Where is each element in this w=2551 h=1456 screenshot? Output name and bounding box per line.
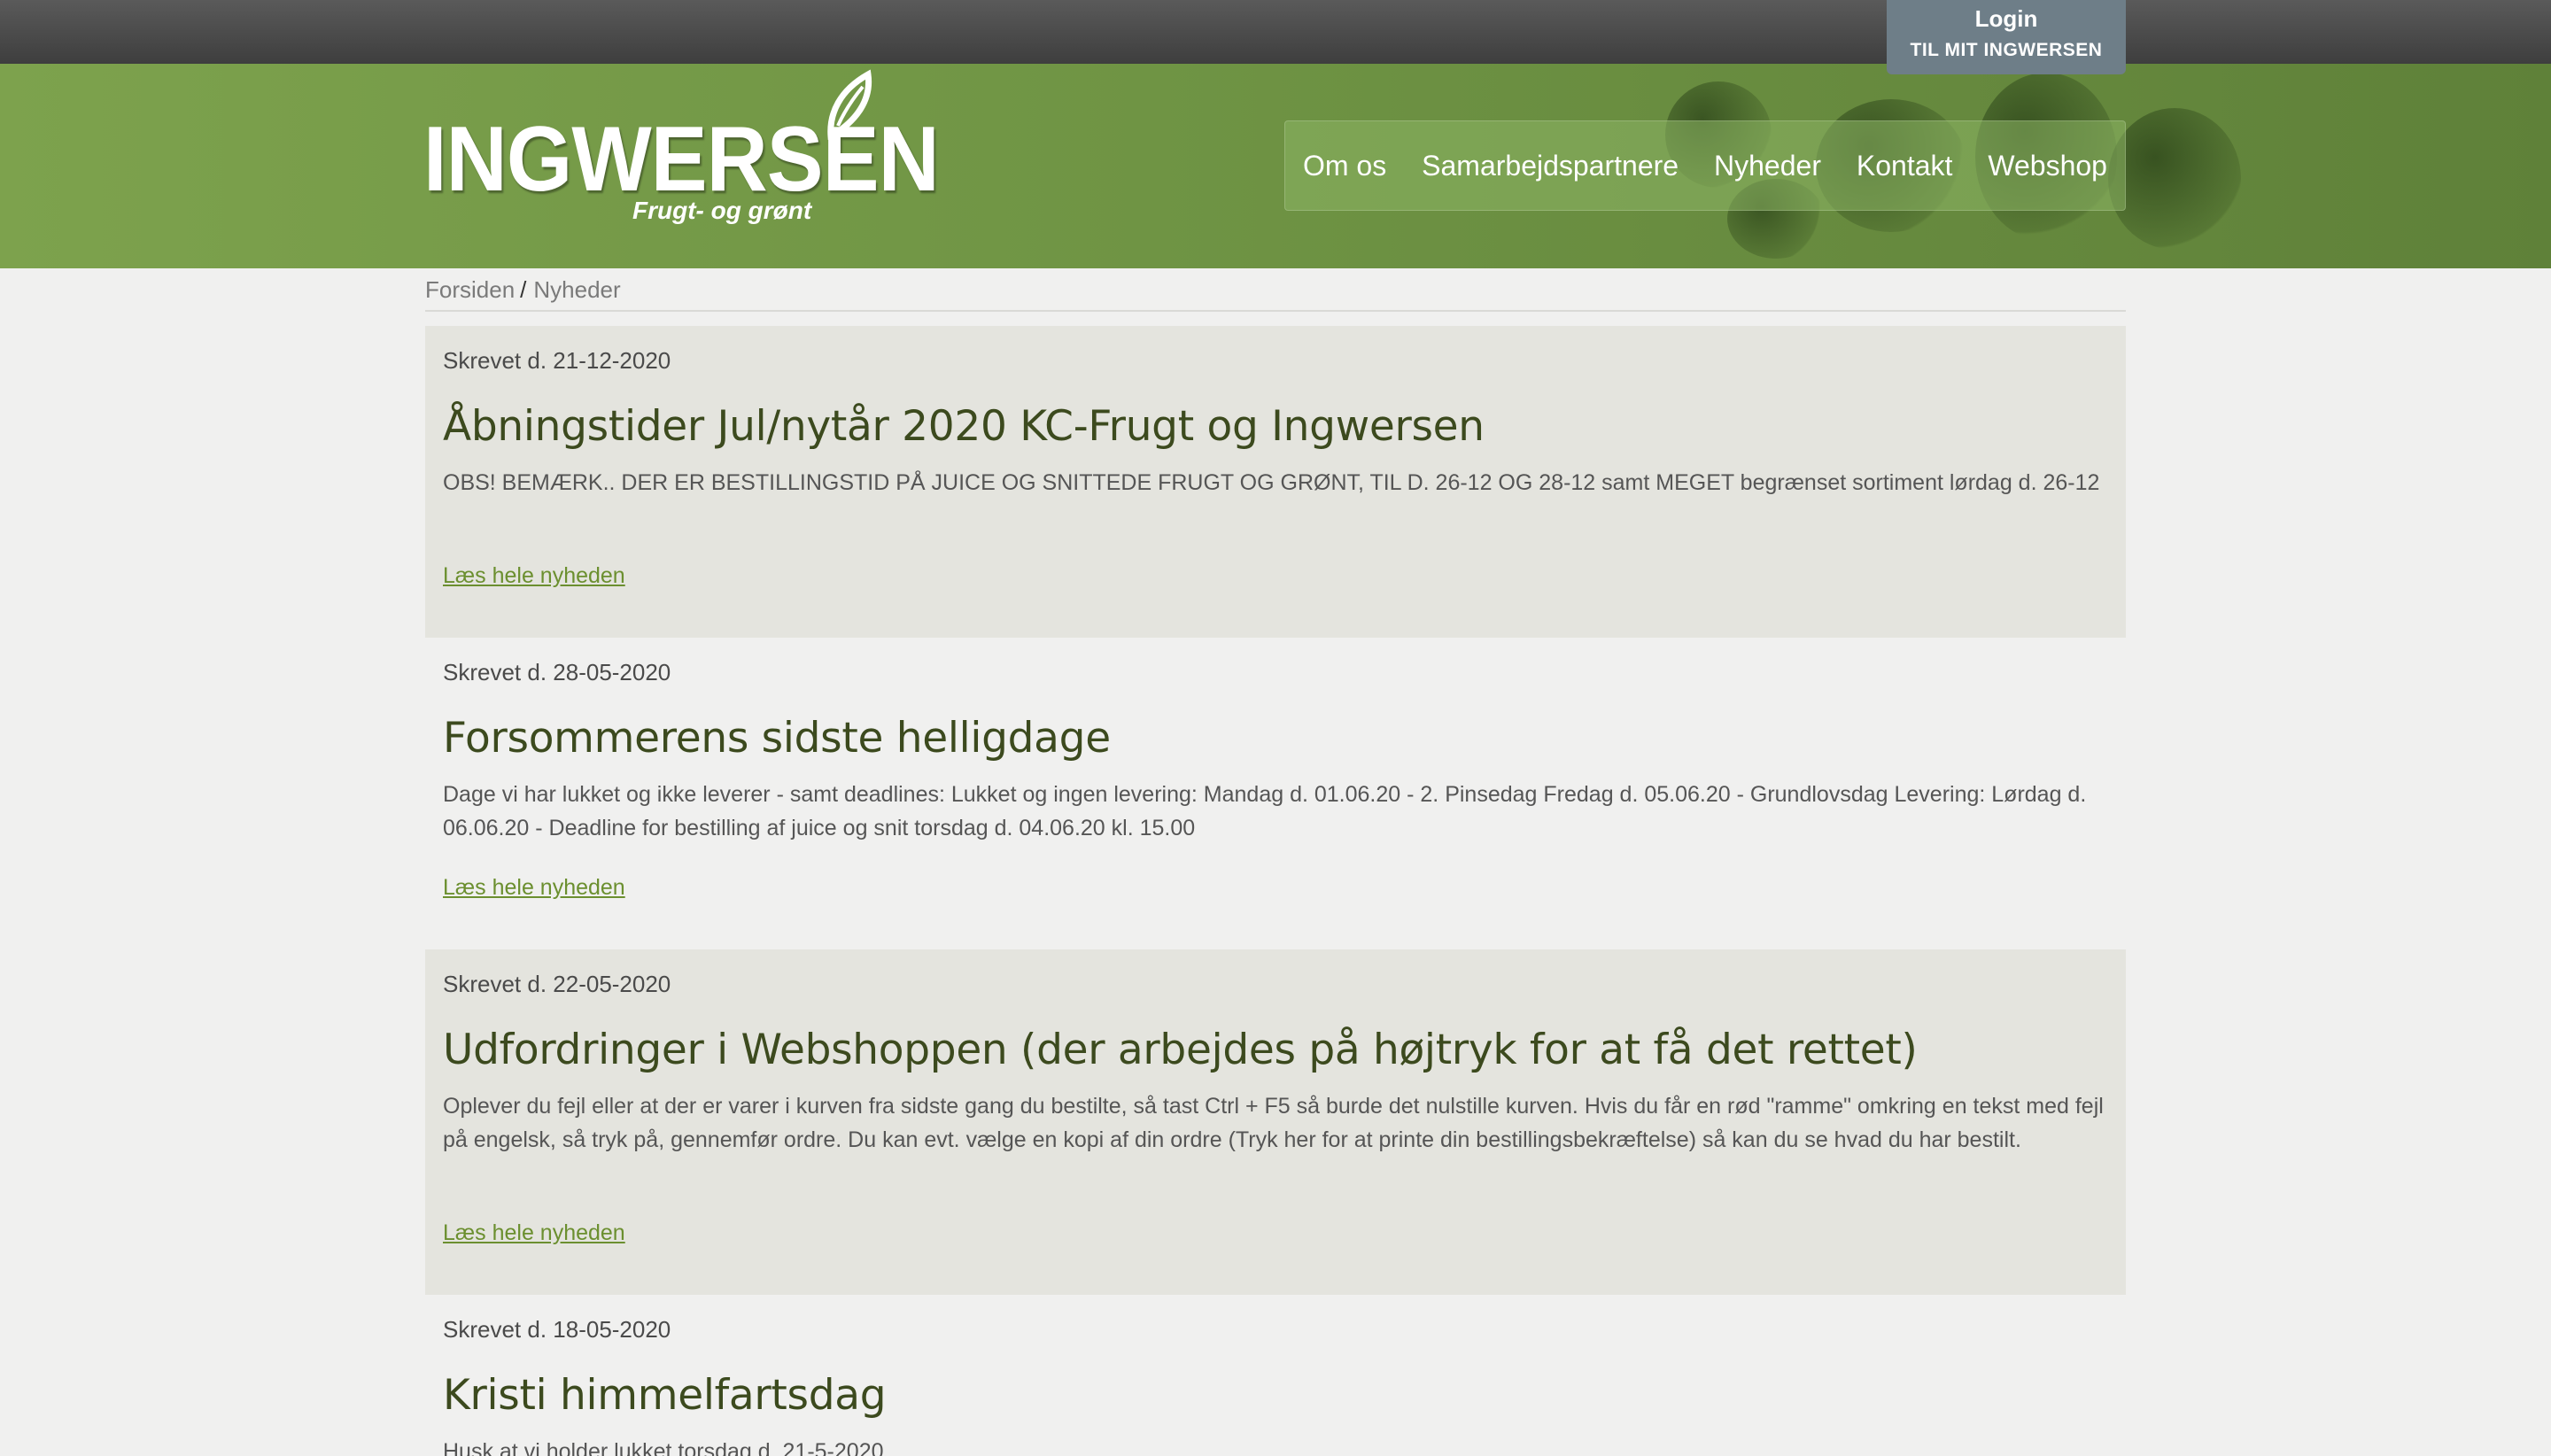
logo-tagline: Frugt- og grønt [632,197,812,224]
top-bar [0,0,2551,64]
news-title[interactable]: Forsommerens sidste helligdage [443,714,1111,763]
breadcrumb-home-link[interactable]: Forsiden [425,276,515,303]
news-date: Skrevet d. 22-05-2020 [443,971,671,997]
breadcrumb: Forsiden / Nyheder [425,276,2126,312]
news-date: Skrevet d. 21-12-2020 [443,347,671,374]
breadcrumb-separator: / [520,276,527,303]
logo-brand: INGWERSEN [423,108,940,211]
news-item: Skrevet d. 28-05-2020 Forsommerens sidst… [425,638,2126,949]
site-header [0,64,2551,268]
nav-item-webshop[interactable]: Webshop [1988,150,2107,182]
news-item: Skrevet d. 18-05-2020 Kristi himmelfarts… [425,1295,2126,1456]
nav-item-nyheder[interactable]: Nyheder [1714,150,1821,182]
read-more-link[interactable]: Læs hele nyheden [443,563,625,589]
nav-item-om-os[interactable]: Om os [1303,150,1386,182]
read-more-link[interactable]: Læs hele nyheden [443,1220,625,1246]
news-excerpt: Dage vi har lukket og ikke leverer - sam… [443,782,2087,840]
vegetable-decoration [2108,108,2241,250]
news-item: Skrevet d. 21-12-2020 Åbningstider Jul/n… [425,326,2126,638]
news-excerpt: Husk at vi holder lukket torsdag d. 21-5… [443,1439,884,1456]
login-subtitle: TIL MIT INGWERSEN [1910,40,2103,60]
ingwersen-logo[interactable]: INGWERSEN Frugt- og grønt [423,69,940,228]
news-excerpt: OBS! BEMÆRK.. DER ER BESTILLINGSTID PÅ J… [443,470,2100,495]
news-title[interactable]: Kristi himmelfartsdag [443,1371,887,1420]
news-title[interactable]: Åbningstider Jul/nytår 2020 KC-Frugt og … [443,402,1485,451]
login-title: Login [1974,5,2038,32]
nav-item-kontakt[interactable]: Kontakt [1857,150,1953,182]
news-excerpt: Oplever du fejl eller at der er varer i … [443,1094,2104,1152]
breadcrumb-current: Nyheder [533,276,621,303]
nav-item-samarbejdspartnere[interactable]: Samarbejdspartnere [1422,150,1679,182]
news-date: Skrevet d. 18-05-2020 [443,1316,671,1343]
news-item: Skrevet d. 22-05-2020 Udfordringer i Web… [425,949,2126,1295]
login-button[interactable]: Login TIL MIT INGWERSEN [1887,0,2126,74]
news-title[interactable]: Udfordringer i Webshoppen (der arbejdes … [443,1026,1918,1074]
read-more-link[interactable]: Læs hele nyheden [443,875,625,901]
news-date: Skrevet d. 28-05-2020 [443,659,671,685]
main-navigation: Om os Samarbejdspartnere Nyheder Kontakt… [1284,120,2126,211]
